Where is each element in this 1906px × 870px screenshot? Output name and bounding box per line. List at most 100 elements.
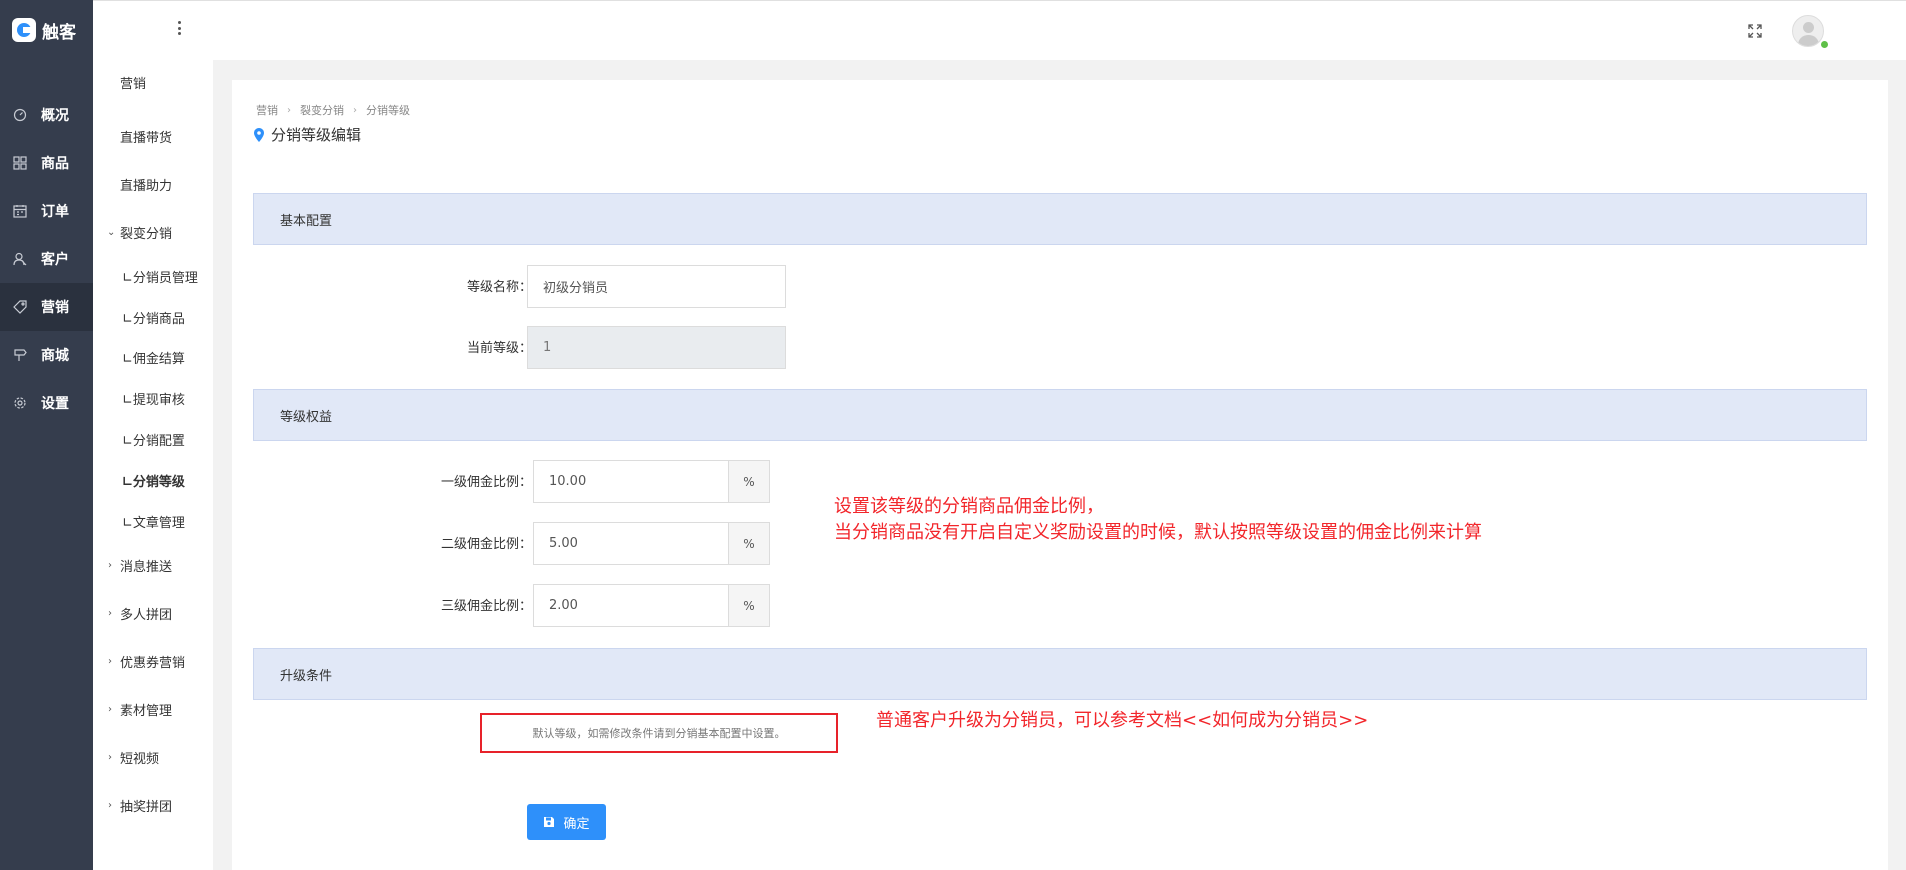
breadcrumb-item: 分销等级 (366, 104, 410, 117)
chevron-right-icon: › (108, 751, 112, 763)
subnav-item-short-video[interactable]: › 短视频 (93, 745, 213, 769)
subnav-item-withdraw-review[interactable]: ∟提现审核 (93, 386, 213, 410)
nav-item-label: 客户 (41, 252, 69, 268)
chevron-down-icon: ⌄ (107, 226, 116, 238)
page-title: 分销等级编辑 (254, 124, 361, 145)
subnav-item-coupon-marketing[interactable]: › 优惠券营销 (93, 649, 213, 673)
subnav-item-material-manage[interactable]: › 素材管理 (93, 697, 213, 721)
chevron-right-icon: › (108, 607, 112, 619)
chevron-right-icon: › (108, 703, 112, 715)
level-name-input[interactable]: 初级分销员 (527, 265, 786, 308)
logo-text: 触客 (42, 22, 76, 43)
percent-addon: % (728, 584, 770, 627)
more-menu-icon[interactable] (177, 21, 181, 35)
sub-sidebar: 营销 直播带货 直播助力 ⌄ 裂变分销 ∟分销员管理 ∟分销商品 ∟佣金结算 ∟… (93, 0, 213, 870)
gear-icon (13, 396, 27, 410)
nav-item-label: 商城 (41, 348, 69, 364)
subnav-item-live-sales[interactable]: 直播带货 (93, 124, 213, 148)
signpost-icon (13, 348, 27, 362)
subnav-item-label: 多人拼团 (120, 607, 173, 623)
nav-item-settings[interactable]: 设置 (0, 379, 93, 427)
subnav-item-distributor-manage[interactable]: ∟分销员管理 (93, 264, 213, 288)
logo[interactable]: 触客 (0, 0, 93, 60)
chevron-right-icon: › (108, 799, 112, 811)
breadcrumb-separator-icon: › (353, 104, 357, 116)
nav-item-label: 概况 (41, 108, 69, 124)
fullscreen-icon[interactable] (1747, 23, 1763, 39)
nav-item-customers[interactable]: 客户 (0, 235, 93, 283)
commission-1-input[interactable]: 10.00 (533, 460, 729, 503)
grid-icon (13, 156, 27, 170)
level-name-label: 等级名称： (466, 280, 532, 295)
avatar[interactable] (1792, 15, 1824, 47)
subnav-item-label: 裂变分销 (120, 226, 173, 242)
subnav-item-group-buy[interactable]: › 多人拼团 (93, 601, 213, 625)
subnav-item-distribution-level[interactable]: ∟分销等级 (93, 468, 213, 492)
section-basic-config: 基本配置 (253, 193, 1867, 245)
subnav-item-fission-distribution[interactable]: ⌄ 裂变分销 (93, 220, 213, 244)
upgrade-condition-text: 默认等级，如需修改条件请到分销基本配置中设置。 (480, 713, 838, 753)
section-upgrade-conditions: 升级条件 (253, 648, 1867, 700)
commission-annotation-line2: 当分销商品没有开启自定义奖励设置的时候，默认按照等级设置的佣金比例来计算 (834, 522, 1482, 543)
logo-icon (12, 18, 36, 42)
page-header-card: 营销 › 裂变分销 › 分销等级 分销等级编辑 (232, 80, 1888, 172)
breadcrumb: 营销 › 裂变分销 › 分销等级 (256, 102, 410, 118)
nav-item-orders[interactable]: 订单 (0, 187, 93, 235)
main-nav: 概况 商品 订单 客户 营销 商城 设置 (0, 91, 93, 427)
section-level-benefits: 等级权益 (253, 389, 1867, 441)
tag-icon (13, 300, 27, 314)
percent-addon: % (728, 460, 770, 503)
main-sidebar: 触客 概况 商品 订单 客户 营销 商城 设置 (0, 0, 93, 870)
level-edit-form: 基本配置 等级名称： 初级分销员 当前等级： 1 等级权益 一级佣金比例： 10… (232, 172, 1888, 870)
subnav-item-label: 直播带货 (120, 130, 173, 146)
confirm-button[interactable]: 确定 (527, 804, 606, 840)
calendar-icon (13, 204, 27, 218)
nav-item-marketing[interactable]: 营销 (0, 283, 93, 331)
confirm-button-label: 确定 (563, 816, 590, 832)
breadcrumb-separator-icon: › (287, 104, 291, 116)
online-status-dot (1821, 41, 1828, 48)
page-title-text: 分销等级编辑 (271, 126, 362, 144)
subnav-item-marketing[interactable]: 营销 (93, 70, 213, 94)
subnav-item-label: 短视频 (120, 751, 160, 767)
breadcrumb-item[interactable]: 裂变分销 (300, 102, 344, 118)
subnav-item-label: 优惠券营销 (120, 655, 186, 671)
chevron-right-icon: › (108, 559, 112, 571)
subnav-item-message-push[interactable]: › 消息推送 (93, 553, 213, 577)
dashboard-icon (13, 108, 27, 122)
breadcrumb-item[interactable]: 营销 (256, 102, 278, 118)
subnav-item-label: ∟分销配置 (122, 433, 185, 449)
nav-item-label: 营销 (41, 300, 69, 316)
subnav-item-lottery-group[interactable]: › 抽奖拼团 (93, 793, 213, 817)
nav-item-overview[interactable]: 概况 (0, 91, 93, 139)
subnav-item-distribution-products[interactable]: ∟分销商品 (93, 305, 213, 329)
current-level-input: 1 (527, 326, 786, 369)
subnav-item-label: ∟文章管理 (122, 515, 185, 531)
subnav-item-live-boost[interactable]: 直播助力 (93, 172, 213, 196)
commission-3-input[interactable]: 2.00 (533, 584, 729, 627)
subnav-item-article-manage[interactable]: ∟文章管理 (93, 509, 213, 533)
subnav-item-label: ∟佣金结算 (122, 351, 185, 367)
subnav-item-label: 素材管理 (120, 703, 173, 719)
commission-3-label: 三级佣金比例： (440, 599, 532, 614)
commission-2-label: 二级佣金比例： (440, 537, 532, 552)
nav-item-mall[interactable]: 商城 (0, 331, 93, 379)
upgrade-condition-label: 默认等级，如需修改条件请到分销基本配置中设置。 (532, 727, 786, 740)
subnav-item-label: 消息推送 (120, 559, 173, 575)
upgrade-annotation: 普通客户升级为分销员，可以参考文档<<如何成为分销员>> (876, 710, 1369, 731)
subnav-item-label: ∟分销商品 (122, 311, 185, 327)
subnav-item-label: 抽奖拼团 (120, 799, 173, 815)
user-icon (13, 252, 27, 266)
location-pin-icon (254, 127, 264, 142)
subnav-item-label: 直播助力 (120, 178, 173, 194)
current-level-label: 当前等级： (466, 341, 532, 356)
nav-item-label: 订单 (41, 204, 69, 220)
commission-2-input[interactable]: 5.00 (533, 522, 729, 565)
subnav-item-distribution-config[interactable]: ∟分销配置 (93, 427, 213, 451)
percent-addon: % (728, 522, 770, 565)
subnav-item-commission-settlement[interactable]: ∟佣金结算 (93, 345, 213, 369)
nav-item-products[interactable]: 商品 (0, 139, 93, 187)
nav-item-label: 商品 (41, 156, 69, 172)
nav-item-label: 设置 (41, 396, 69, 412)
subnav-item-label: ∟提现审核 (122, 392, 185, 408)
